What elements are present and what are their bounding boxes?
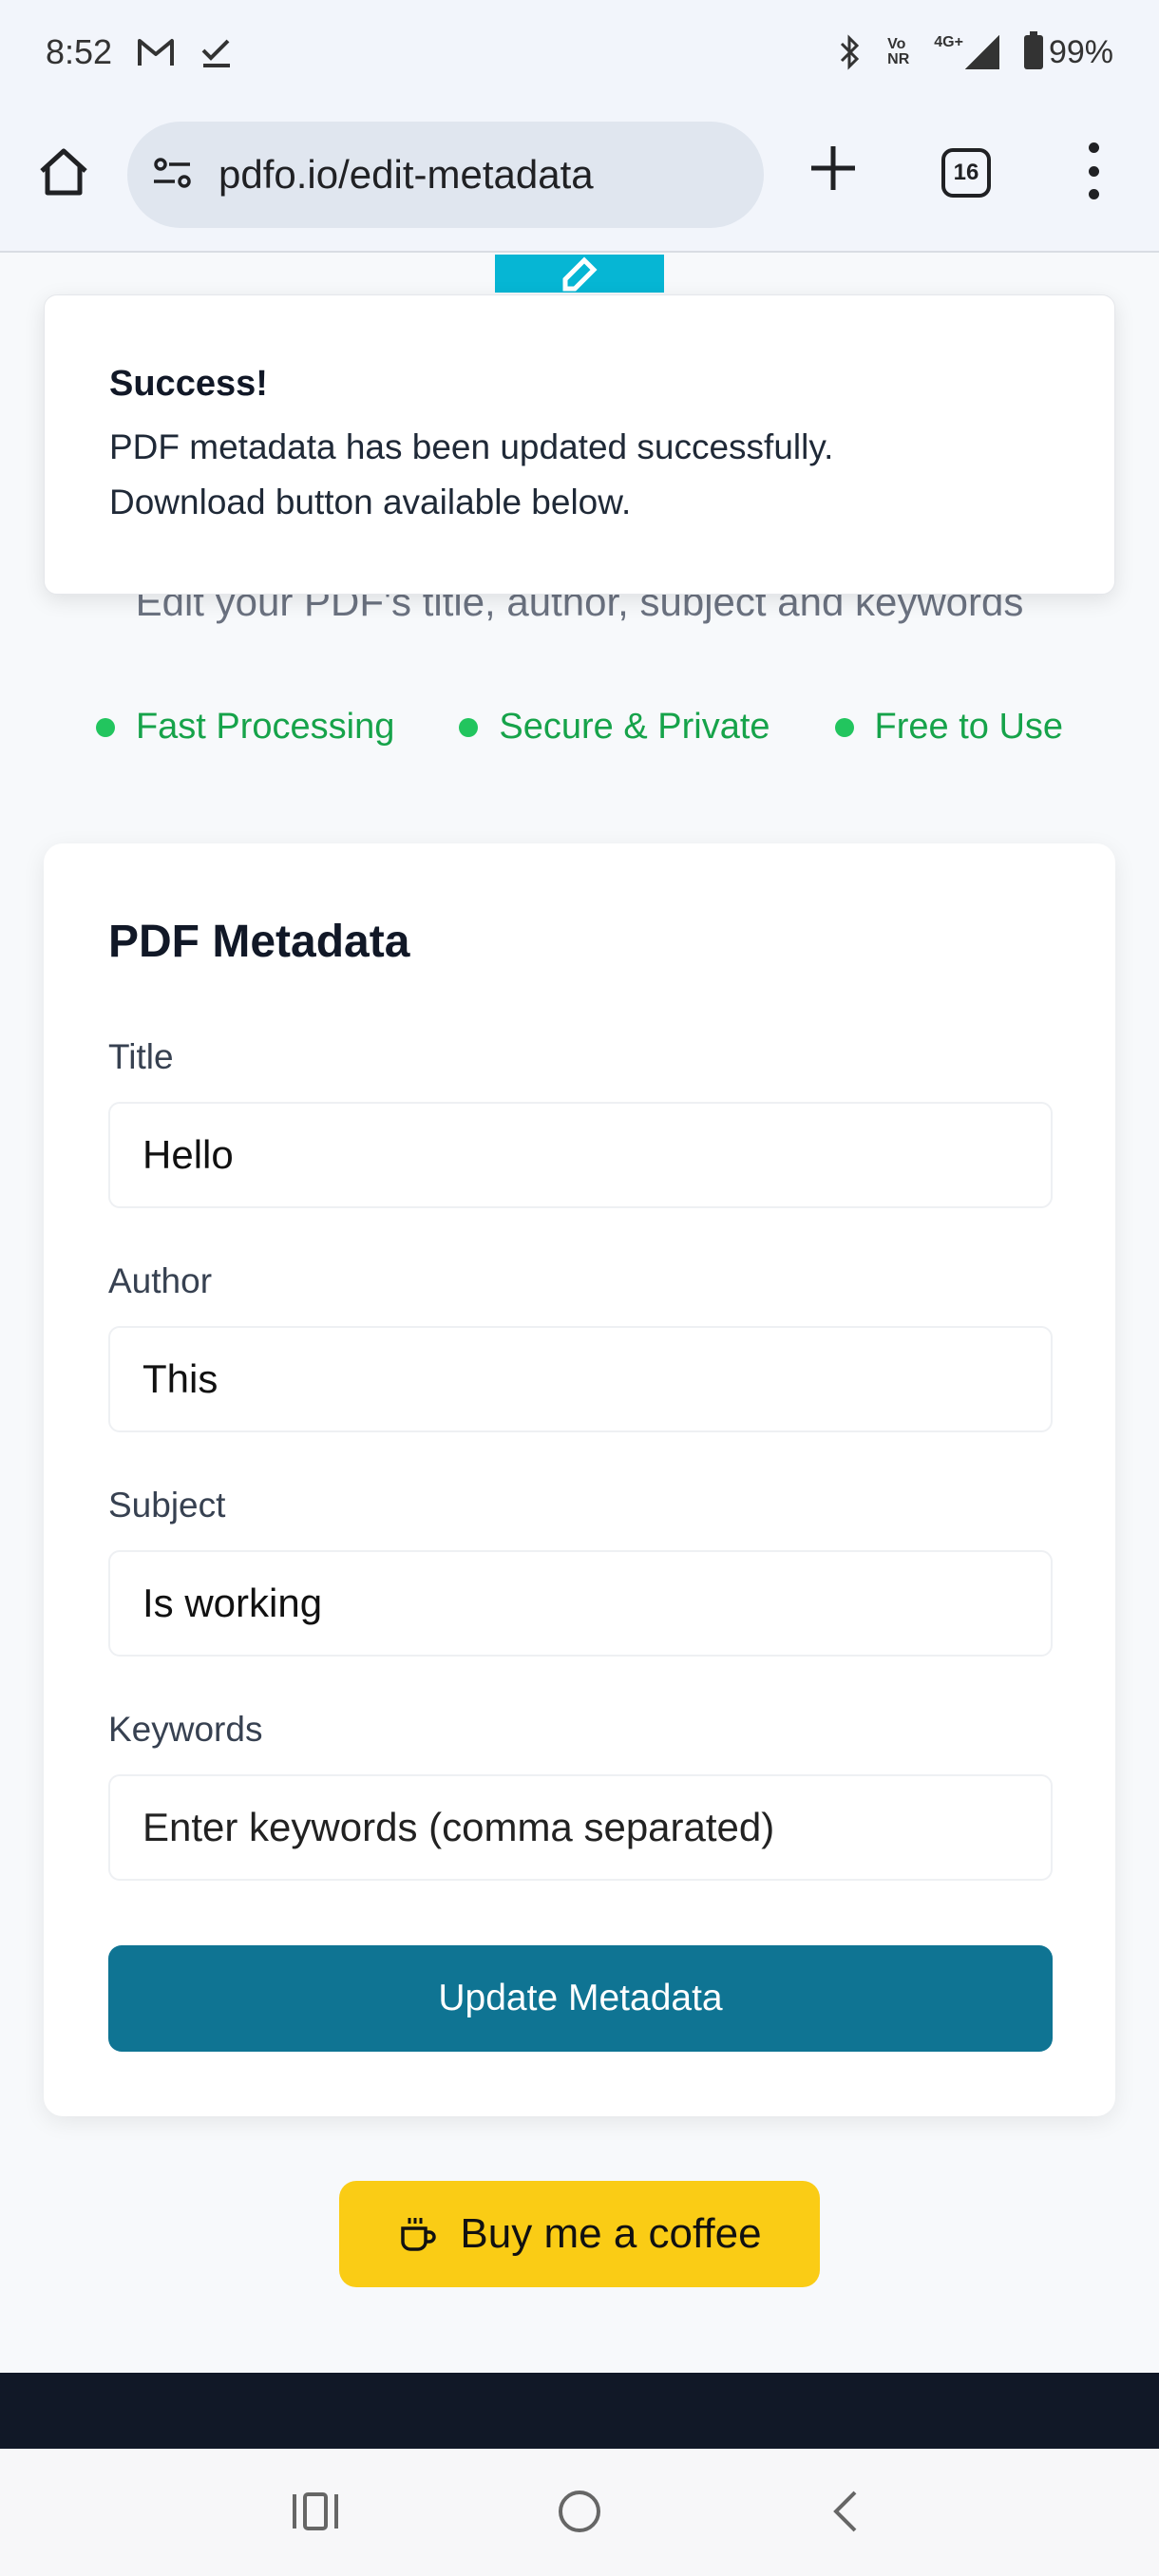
task-done-icon: [200, 35, 234, 69]
new-tab-button[interactable]: [808, 142, 859, 194]
success-toast: Success! PDF metadata has been updated s…: [44, 294, 1115, 595]
tab-switcher-button[interactable]: 16: [941, 148, 991, 198]
plus-icon: [811, 146, 855, 190]
toast-message-line2: Download button available below.: [109, 483, 632, 521]
signal-icon: 4G+: [934, 35, 999, 69]
battery-level: 99%: [1048, 33, 1113, 70]
status-dot-icon: [459, 717, 479, 737]
gmail-icon: [137, 37, 175, 67]
battery-icon: [1023, 31, 1043, 69]
home-icon: [40, 148, 87, 196]
feature-item-fast: Fast Processing: [95, 707, 394, 748]
metadata-form-card: PDF Metadata Title Author Subject Keywor…: [44, 843, 1115, 2116]
subject-label: Subject: [108, 1486, 226, 1525]
status-time: 8:52: [46, 32, 113, 71]
status-bar: 8:52 Vo NR 4G+ 99%: [0, 0, 1159, 104]
volte-indicator: Vo NR: [887, 36, 910, 67]
home-circle-icon: [559, 2491, 600, 2532]
status-dot-icon: [95, 717, 115, 737]
buy-coffee-label: Buy me a coffee: [460, 2210, 762, 2257]
toast-message-line1: PDF metadata has been updated successful…: [109, 427, 834, 466]
title-label: Title: [108, 1037, 174, 1076]
feature-item-free: Free to Use: [834, 707, 1063, 748]
home-nav-button[interactable]: [551, 2483, 608, 2540]
toast-title: Success!: [109, 364, 268, 404]
bluetooth-icon: [836, 34, 863, 70]
recents-icon: [293, 2492, 338, 2530]
status-dot-icon: [834, 717, 854, 737]
edit-icon: [495, 255, 664, 293]
browser-toolbar: pdfo.io/edit-metadata 16: [0, 104, 1159, 253]
buy-coffee-button[interactable]: Buy me a coffee: [339, 2181, 820, 2287]
form-heading: PDF Metadata: [108, 917, 410, 967]
battery-indicator: 99%: [1023, 31, 1113, 71]
recent-apps-button[interactable]: [287, 2483, 344, 2540]
title-input[interactable]: [108, 1102, 1053, 1208]
address-bar[interactable]: pdfo.io/edit-metadata: [127, 122, 764, 228]
url-text: pdfo.io/edit-metadata: [218, 152, 594, 197]
subject-input[interactable]: [108, 1550, 1053, 1657]
keywords-label: Keywords: [108, 1710, 263, 1749]
site-settings-icon[interactable]: [150, 154, 196, 197]
author-label: Author: [108, 1261, 213, 1300]
home-button[interactable]: [36, 144, 91, 199]
page-footer: [0, 2373, 1159, 2449]
back-button[interactable]: [817, 2483, 874, 2540]
coffee-cup-icon: [401, 2218, 437, 2251]
more-menu-button[interactable]: [1079, 142, 1108, 199]
feature-item-secure: Secure & Private: [459, 707, 770, 748]
network-type: 4G+: [934, 34, 963, 50]
back-chevron-icon: [833, 2491, 857, 2532]
keywords-input[interactable]: [108, 1774, 1053, 1881]
author-input[interactable]: [108, 1326, 1053, 1432]
update-metadata-button[interactable]: Update Metadata: [108, 1945, 1053, 2052]
system-nav-bar: [0, 2449, 1159, 2576]
feature-list: Fast Processing Secure & Private Free to…: [0, 707, 1159, 748]
